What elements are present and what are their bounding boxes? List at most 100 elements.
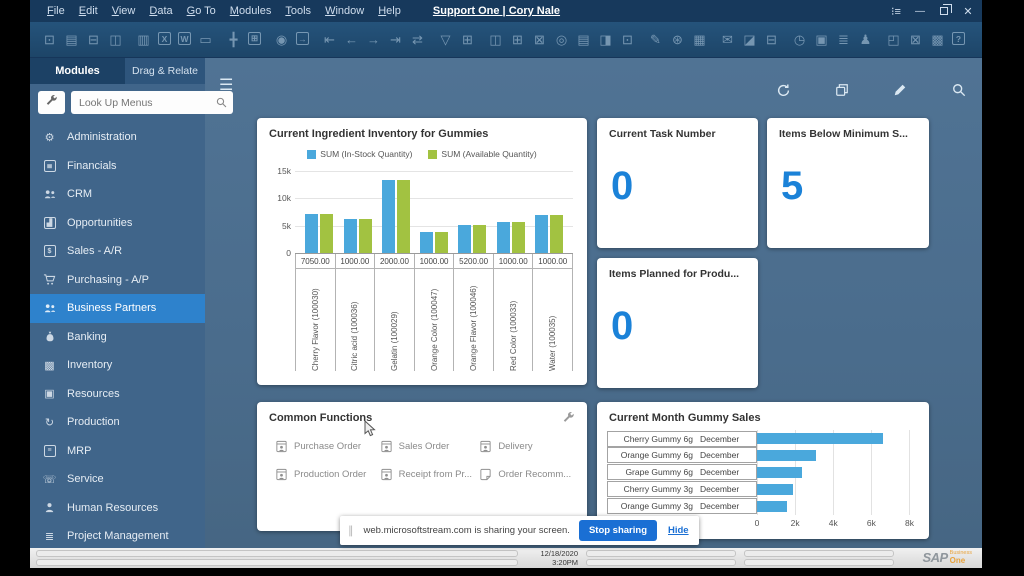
sidebar-item-sales-a-r[interactable]: $Sales - A/R <box>30 237 205 266</box>
kpi-items-planned-card[interactable]: Items Planned for Produ... 0 <box>597 258 758 388</box>
toolbar-icon[interactable]: ◰ <box>886 32 901 47</box>
pencil-icon[interactable] <box>892 82 908 98</box>
toolbar-icon[interactable]: ◨ <box>598 32 613 47</box>
toolbar-icon[interactable]: ⊞ <box>460 32 475 47</box>
gummy-month: December <box>700 450 756 460</box>
customize-icon[interactable]: ⁝≡ <box>890 5 902 17</box>
sidebar-item-mrp[interactable]: ≡MRP <box>30 437 205 466</box>
toolbar-icon[interactable]: ♟ <box>858 32 873 47</box>
stop-sharing-button[interactable]: Stop sharing <box>579 520 657 541</box>
menu-tools[interactable]: Tools <box>278 5 318 17</box>
common-functions-card: Common Functions Purchase OrderSales Ord… <box>257 402 587 531</box>
minimize-icon[interactable]: — <box>914 5 926 17</box>
refresh-icon[interactable] <box>775 82 791 98</box>
sidebar-item-business-partners[interactable]: Business Partners <box>30 294 205 323</box>
toolbar-icon[interactable]: ⊠ <box>908 32 923 47</box>
status-field <box>744 550 894 557</box>
bar-group <box>305 214 333 253</box>
toolbar-icon[interactable]: ▤ <box>64 32 79 47</box>
sidebar-item-financials[interactable]: ≣Financials <box>30 152 205 181</box>
menu-window[interactable]: Window <box>318 5 371 17</box>
close-icon[interactable]: ✕ <box>962 5 974 17</box>
common-function-order-recomm[interactable]: Order Recomm... <box>479 468 579 481</box>
toolbar-icon[interactable]: ◫ <box>488 32 503 47</box>
toolbar-icon[interactable]: ▦ <box>692 32 707 47</box>
toolbar-icon[interactable]: ◉ <box>274 32 289 47</box>
toolbar-icon[interactable]: ◷ <box>792 32 807 47</box>
sidebar-item-project-management[interactable]: ≣Project Management <box>30 522 205 548</box>
doc-person-icon <box>380 468 393 481</box>
toolbar-icon[interactable]: ⊡ <box>620 32 635 47</box>
toolbar-icon[interactable]: ⊡ <box>42 32 57 47</box>
toolbar-icon[interactable]: ⊞ <box>248 32 261 45</box>
search-input[interactable] <box>77 96 216 110</box>
search-icon[interactable] <box>951 82 967 98</box>
sidebar-item-resources[interactable]: ▣Resources <box>30 380 205 409</box>
toolbar-icon[interactable]: ← <box>344 32 359 47</box>
toolbar-icon[interactable]: ◪ <box>742 32 757 47</box>
drag-handle-icon[interactable]: ∥ <box>348 524 355 537</box>
toolbar-icon[interactable]: ? <box>952 32 965 45</box>
restore-icon[interactable] <box>938 5 950 17</box>
sidebar-item-human-resources[interactable]: Human Resources <box>30 494 205 523</box>
toolbar-icon[interactable]: ⊠ <box>532 32 547 47</box>
status-bar: 12/18/2020 3:20PM SAP Business One <box>30 548 982 568</box>
kpi-current-task-card[interactable]: Current Task Number 0 <box>597 118 758 248</box>
sidebar-item-opportunities[interactable]: ▟Opportunities <box>30 209 205 238</box>
toolbar-icon[interactable]: ✎ <box>648 32 663 47</box>
tab-modules[interactable]: Modules <box>30 58 125 84</box>
toolbar-icon[interactable]: ⇄ <box>410 32 425 47</box>
toolbar-icon[interactable]: → <box>366 32 381 47</box>
toolbar-icon[interactable]: ◫ <box>108 32 123 47</box>
common-function-receipt-from-pr[interactable]: Receipt from Pr... <box>380 468 480 481</box>
toolbar-icon[interactable]: W <box>178 32 191 45</box>
hide-link[interactable]: Hide <box>668 525 689 536</box>
sidebar-item-inventory[interactable]: ▩Inventory <box>30 351 205 380</box>
menu-file[interactable]: File <box>40 5 72 17</box>
toolbar-icon[interactable]: ⇤ <box>322 32 337 47</box>
wrench-button[interactable] <box>38 91 65 114</box>
toolbar-icon[interactable]: ⇥ <box>388 32 403 47</box>
common-function-sales-order[interactable]: Sales Order <box>380 440 480 453</box>
kpi-items-below-min-card[interactable]: Items Below Minimum S... 5 <box>767 118 929 248</box>
sidebar-item-administration[interactable]: ⚙Administration <box>30 123 205 152</box>
toolbar-icon[interactable]: → <box>296 32 309 45</box>
toolbar-icon[interactable]: X <box>158 32 171 45</box>
toolbar-icon[interactable]: ▩ <box>930 32 945 47</box>
toolbar-icon[interactable]: ⊟ <box>86 32 101 47</box>
sidebar-item-label: Banking <box>67 331 107 343</box>
common-function-delivery[interactable]: Delivery <box>479 440 579 453</box>
sidebar-item-purchasing-a-p[interactable]: Purchasing - A/P <box>30 266 205 295</box>
wrench-icon[interactable] <box>562 411 575 429</box>
common-function-production-order[interactable]: Production Order <box>275 468 380 481</box>
toolbar-icon[interactable]: ≣ <box>836 32 851 47</box>
toolbar-icon[interactable]: ▽ <box>438 32 453 47</box>
common-function-label: Sales Order <box>399 441 450 452</box>
boxes-icon: ▩ <box>42 359 57 372</box>
sidebar-item-production[interactable]: ↻Production <box>30 408 205 437</box>
toolbar-icon[interactable]: ▭ <box>198 32 213 47</box>
toolbar-icon[interactable]: ▥ <box>136 32 151 47</box>
kpi-title: Current Task Number <box>597 118 758 140</box>
toolbar-icon[interactable]: ╋ <box>226 32 241 47</box>
sidebar-item-banking[interactable]: Banking <box>30 323 205 352</box>
tab-drag-relate[interactable]: Drag & Relate <box>125 58 205 84</box>
toolbar-icon[interactable]: ⊞ <box>510 32 525 47</box>
menu-help[interactable]: Help <box>371 5 408 17</box>
cascade-windows-icon[interactable] <box>834 82 850 98</box>
toolbar-icon[interactable]: ⊛ <box>670 32 685 47</box>
menu-edit[interactable]: Edit <box>72 5 105 17</box>
common-function-label: Receipt from Pr... <box>399 469 472 480</box>
toolbar-icon[interactable]: ▣ <box>814 32 829 47</box>
menu-data[interactable]: Data <box>142 5 179 17</box>
menu-modules[interactable]: Modules <box>223 5 279 17</box>
menu-view[interactable]: View <box>105 5 143 17</box>
toolbar-icon[interactable]: ▤ <box>576 32 591 47</box>
toolbar-icon[interactable]: ⊟ <box>764 32 779 47</box>
sidebar-item-crm[interactable]: CRM <box>30 180 205 209</box>
menu-go-to[interactable]: Go To <box>180 5 223 17</box>
sidebar-item-service[interactable]: ☏Service <box>30 465 205 494</box>
project-icon: ≣ <box>42 530 57 543</box>
toolbar-icon[interactable]: ✉ <box>720 32 735 47</box>
toolbar-icon[interactable]: ◎ <box>554 32 569 47</box>
